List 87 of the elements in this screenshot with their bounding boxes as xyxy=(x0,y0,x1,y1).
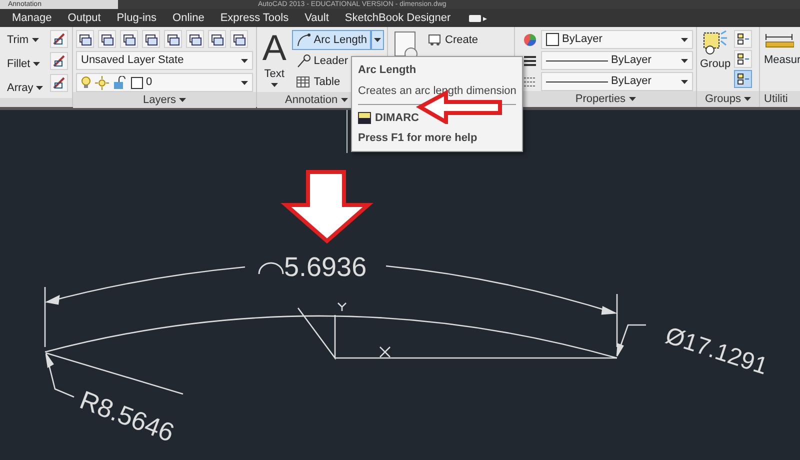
caret-icon xyxy=(374,38,381,42)
layers-icon xyxy=(210,32,224,46)
linetype-dropdown[interactable]: ByLayer xyxy=(541,72,693,91)
layer-tool-button[interactable] xyxy=(120,30,138,48)
panel-label-background xyxy=(0,98,72,107)
layers-icon xyxy=(232,32,246,46)
tooltip-title: Arc Length xyxy=(358,63,418,78)
layers-icon xyxy=(100,32,114,46)
help-hint: Press F1 for more help xyxy=(358,130,478,146)
command-icon xyxy=(358,112,371,124)
lightbulb-icon xyxy=(81,76,91,90)
linetype-icon xyxy=(523,74,537,88)
layer-tool-button[interactable] xyxy=(230,30,248,48)
modify-icon-button[interactable] xyxy=(50,74,68,92)
ribbon-tab[interactable]: Express Tools xyxy=(212,9,297,27)
caret-icon xyxy=(744,97,752,101)
text-letter-icon: A xyxy=(262,30,286,66)
layers-icon xyxy=(144,32,158,46)
ribbon-tab[interactable]: Vault xyxy=(296,9,337,27)
group-tool-icon xyxy=(736,52,750,66)
layer-tool-button[interactable] xyxy=(164,30,182,48)
annotation-tool[interactable]: Arc Length xyxy=(292,30,371,50)
layer-state-dropdown[interactable]: Unsaved Layer State xyxy=(76,51,253,70)
ribbon-tab[interactable]: SketchBook Designer xyxy=(336,9,459,27)
group-button[interactable]: Group xyxy=(700,30,731,91)
group-tool-button[interactable] xyxy=(734,30,752,48)
group-tool-button[interactable] xyxy=(734,70,752,88)
text-button[interactable]: A Text xyxy=(260,30,289,92)
layers-icon xyxy=(166,32,180,46)
ribbon-tab[interactable]: Plug-ins xyxy=(108,9,165,27)
layer-tool-button[interactable] xyxy=(98,30,116,48)
caret-icon xyxy=(270,82,278,86)
ribbon-tab[interactable]: Manage xyxy=(4,9,60,27)
color-swatch-icon xyxy=(131,76,143,88)
diameter-leader-line xyxy=(616,324,646,357)
caret-icon xyxy=(179,98,186,102)
modify-tool[interactable]: Array xyxy=(3,78,48,98)
modify-tool[interactable]: Trim xyxy=(3,30,48,50)
cursor-line xyxy=(346,110,348,154)
caret-icon xyxy=(681,38,688,42)
caret-icon xyxy=(681,80,688,84)
ribbon-tab[interactable]: Online xyxy=(164,9,212,27)
group-tool-icon xyxy=(736,72,750,86)
arc-length-dimension-text: 5.6936 xyxy=(284,252,367,282)
group-tool-icon xyxy=(736,32,750,46)
layers-icon xyxy=(122,32,136,46)
groups-panel-label[interactable]: Groups xyxy=(697,91,759,107)
caret-icon xyxy=(241,80,248,84)
caret-icon xyxy=(32,38,39,42)
group-icon xyxy=(702,30,728,56)
arc-symbol-icon xyxy=(258,262,284,274)
line-sample-icon xyxy=(546,58,608,62)
modify-icon-button[interactable] xyxy=(50,52,68,70)
caret-icon xyxy=(33,62,40,66)
dropdown-arrow-button[interactable] xyxy=(371,30,384,50)
modify-tool[interactable]: Fillet xyxy=(3,54,48,74)
camera-icon xyxy=(466,13,489,24)
layers-icon xyxy=(188,32,202,46)
caret-icon xyxy=(340,98,348,102)
lineweight-icon xyxy=(523,54,537,68)
layer-dropdown[interactable]: 0 xyxy=(76,73,253,92)
ribbon-tab[interactable]: Output xyxy=(60,9,109,27)
caret-icon xyxy=(241,58,248,62)
sun-icon xyxy=(95,76,109,90)
layer-tool-button[interactable] xyxy=(76,30,94,48)
caret-icon xyxy=(681,58,688,62)
arc-icon xyxy=(296,33,311,47)
layers-icon xyxy=(78,32,92,46)
layer-tool-button[interactable] xyxy=(208,30,226,48)
caret-icon xyxy=(36,86,44,90)
layer-tool-button[interactable] xyxy=(142,30,160,48)
unlocked-icon xyxy=(113,76,127,90)
modify-icon-button[interactable] xyxy=(50,30,68,48)
leader-icon xyxy=(296,54,311,68)
lineweight-dropdown[interactable]: ByLayer xyxy=(541,51,693,70)
caret-icon xyxy=(628,97,636,101)
color-wheel-icon xyxy=(523,32,537,46)
layers-panel-label[interactable]: Layers xyxy=(73,92,256,108)
group-tool-button[interactable] xyxy=(734,50,752,68)
create-block-button[interactable]: Create xyxy=(424,30,482,50)
command-name: DIMARC xyxy=(375,111,419,126)
line-sample-icon xyxy=(546,80,608,84)
table-icon xyxy=(296,75,311,89)
color-dropdown[interactable]: ByLayer xyxy=(541,30,693,49)
create-block-icon xyxy=(428,34,442,46)
color-swatch-icon xyxy=(546,33,559,46)
layer-tool-button[interactable] xyxy=(186,30,204,48)
